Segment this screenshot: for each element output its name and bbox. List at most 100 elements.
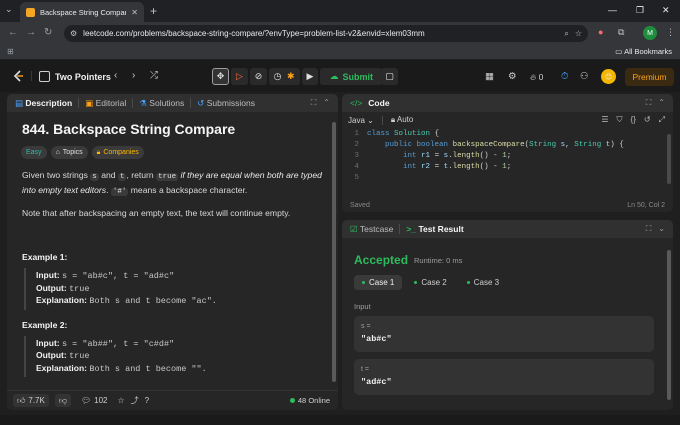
maximize-icon[interactable]: ❐	[636, 5, 644, 16]
browser-menu-icon[interactable]: ⋮	[666, 27, 675, 38]
add-friend-icon[interactable]: ⚇	[580, 71, 589, 82]
reload-icon[interactable]: ↻	[44, 27, 52, 38]
topics-tag[interactable]: ⌂ Topics	[50, 146, 88, 159]
comments-button[interactable]: 💬︎ 102	[77, 394, 112, 407]
close-window-icon[interactable]: ✕	[662, 5, 670, 16]
extension-icon[interactable]: ●	[598, 27, 603, 37]
extensions-puzzle-icon[interactable]: ⧉	[618, 27, 624, 38]
reset-icon[interactable]: ↺	[644, 115, 651, 125]
result-scrollbar[interactable]	[667, 250, 671, 400]
tab-description[interactable]: ▤ Description	[15, 98, 72, 109]
line-number: 3	[354, 152, 359, 160]
fullscreen-icon[interactable]: ⤢	[659, 115, 665, 125]
layout-grid-icon[interactable]: ▦	[485, 71, 494, 82]
site-info-icon[interactable]: ⚙	[70, 29, 77, 38]
expand-icon[interactable]: ⛶	[311, 98, 317, 108]
tab-submissions[interactable]: ↺ Submissions	[197, 98, 255, 109]
pass-dot-icon	[414, 281, 418, 284]
leetcode-logo-icon[interactable]	[12, 70, 24, 82]
tab-search-icon[interactable]: ⌄	[5, 4, 13, 15]
shuffle-icon[interactable]: ⤮	[150, 70, 158, 81]
editor-toolbar: Java ⌄ 🔒︎ Auto ☰ ⛉ {} ↺ ⤢	[342, 112, 673, 128]
bookmark-icon[interactable]: ⛉	[617, 115, 623, 125]
like-button[interactable]: 👍︎ 7.7K	[13, 394, 49, 407]
bookmark-star-icon[interactable]: ☆	[575, 29, 582, 38]
browser-tab[interactable]: Backspace String Compare - Le ✕	[20, 2, 144, 22]
new-tab-icon[interactable]: +	[150, 4, 157, 18]
input-label: Input:	[36, 337, 60, 348]
debug-bug-icon[interactable]: ✱	[282, 68, 300, 85]
tab-divider	[78, 98, 80, 108]
drag-handle-icon[interactable]: ✥	[212, 68, 229, 85]
notes-icon[interactable]: ▢	[381, 68, 398, 85]
profile-avatar[interactable]: M	[643, 26, 657, 40]
apps-grid-icon[interactable]: ⊞	[7, 47, 14, 56]
autosave-toggle[interactable]: 🔒︎ Auto	[391, 115, 414, 125]
pass-dot-icon	[466, 281, 470, 284]
difficulty-badge[interactable]: Easy	[21, 146, 47, 159]
forward-icon[interactable]: →	[26, 27, 36, 38]
close-tab-icon[interactable]: ✕	[131, 8, 138, 17]
notes-icon[interactable]: ☰	[601, 115, 608, 125]
tab-editorial-label: Editorial	[95, 97, 127, 108]
help-icon[interactable]: ?	[145, 396, 149, 405]
code-scrollbar[interactable]	[667, 134, 671, 184]
problem-note: Note that after backspacing an empty tex…	[22, 208, 291, 218]
problem-statement: Given two strings s and t, return true i…	[22, 169, 322, 199]
runtime-label: Runtime: 0 ms	[414, 256, 463, 265]
premium-button[interactable]: Premium	[625, 68, 674, 86]
address-bar[interactable]: ⚙ leetcode.com/problems/backspace-string…	[64, 25, 588, 42]
all-bookmarks-label: All Bookmarks	[624, 47, 672, 56]
format-braces-icon[interactable]: {}	[631, 115, 636, 125]
bookmarks-bar: ⊞ ▭ All Bookmarks	[0, 44, 680, 60]
description-scrollbar[interactable]	[332, 122, 336, 382]
play-outline-icon[interactable]: ▷	[231, 68, 248, 85]
tab-solutions[interactable]: ⚗ Solutions	[139, 98, 184, 109]
line-number: 5	[354, 174, 359, 182]
language-select[interactable]: Java ⌄	[348, 116, 374, 125]
zoom-icon[interactable]: ⌕	[564, 29, 568, 39]
browser-tab-strip: ⌄ Backspace String Compare - Le ✕ + — ❐ …	[0, 0, 680, 22]
line-number: 2	[354, 141, 359, 149]
case-tab[interactable]: Case 1	[354, 275, 403, 290]
prev-problem-icon[interactable]: ‹	[114, 70, 117, 81]
problem-content: 844. Backspace String Compare Easy ⌂ Topi…	[15, 121, 331, 377]
expand-icon[interactable]: ⛶	[646, 224, 652, 234]
streak-counter[interactable]: 🔥︎ 0	[530, 72, 543, 83]
expand-icon[interactable]: ⛶	[646, 98, 652, 108]
collapse-icon[interactable]: ⌃	[323, 98, 330, 108]
tab-testcase[interactable]: ☑ Testcase	[350, 224, 393, 235]
case-tab[interactable]: Case 2	[406, 275, 454, 290]
code-tab-label[interactable]: Code	[368, 98, 389, 108]
all-bookmarks-button[interactable]: ▭ All Bookmarks	[615, 47, 672, 56]
code-line: 5	[342, 173, 673, 184]
problem-list-icon[interactable]	[39, 71, 50, 82]
share-icon[interactable]: ⤴	[131, 395, 139, 406]
settings-gear-icon[interactable]: ⚙	[508, 71, 517, 82]
url-text[interactable]: leetcode.com/problems/backspace-string-c…	[83, 29, 558, 38]
run-controls: ✱ ▶ ☁ Submit	[282, 68, 382, 85]
collapse-icon[interactable]: ⌃	[658, 98, 665, 108]
next-problem-icon[interactable]: ›	[132, 70, 135, 81]
code-editor[interactable]: 1 class Solution { 2 public boolean backs…	[342, 129, 673, 184]
user-avatar[interactable]: 😊	[601, 69, 616, 84]
companies-tag[interactable]: 🔒︎ Companies	[91, 146, 144, 159]
submit-button[interactable]: ☁ Submit	[320, 68, 382, 85]
submissions-icon: ↺	[197, 97, 205, 108]
collapse-icon[interactable]: ⌄	[658, 224, 665, 234]
run-button[interactable]: ▶	[301, 68, 319, 85]
minimize-icon[interactable]: —	[608, 5, 617, 15]
problem-list-name[interactable]: Two Pointers	[55, 72, 111, 82]
favorite-star-icon[interactable]: ☆	[117, 396, 124, 405]
tab-test-result[interactable]: >_ Test Result	[406, 224, 463, 234]
pass-dot-icon	[362, 281, 365, 284]
hide-icon[interactable]: ⊘	[250, 68, 267, 85]
case-tab[interactable]: Case 3	[459, 275, 507, 290]
dislike-button[interactable]: 👎︎	[54, 394, 71, 407]
cloud-upload-icon: ☁	[329, 71, 339, 81]
explanation-label: Explanation:	[36, 362, 88, 373]
example-label: Example 2:	[22, 319, 68, 330]
back-icon[interactable]: ←	[8, 27, 18, 38]
tab-editorial[interactable]: ▣ Editorial	[85, 98, 126, 109]
timer-icon[interactable]: ⏱	[561, 71, 568, 82]
